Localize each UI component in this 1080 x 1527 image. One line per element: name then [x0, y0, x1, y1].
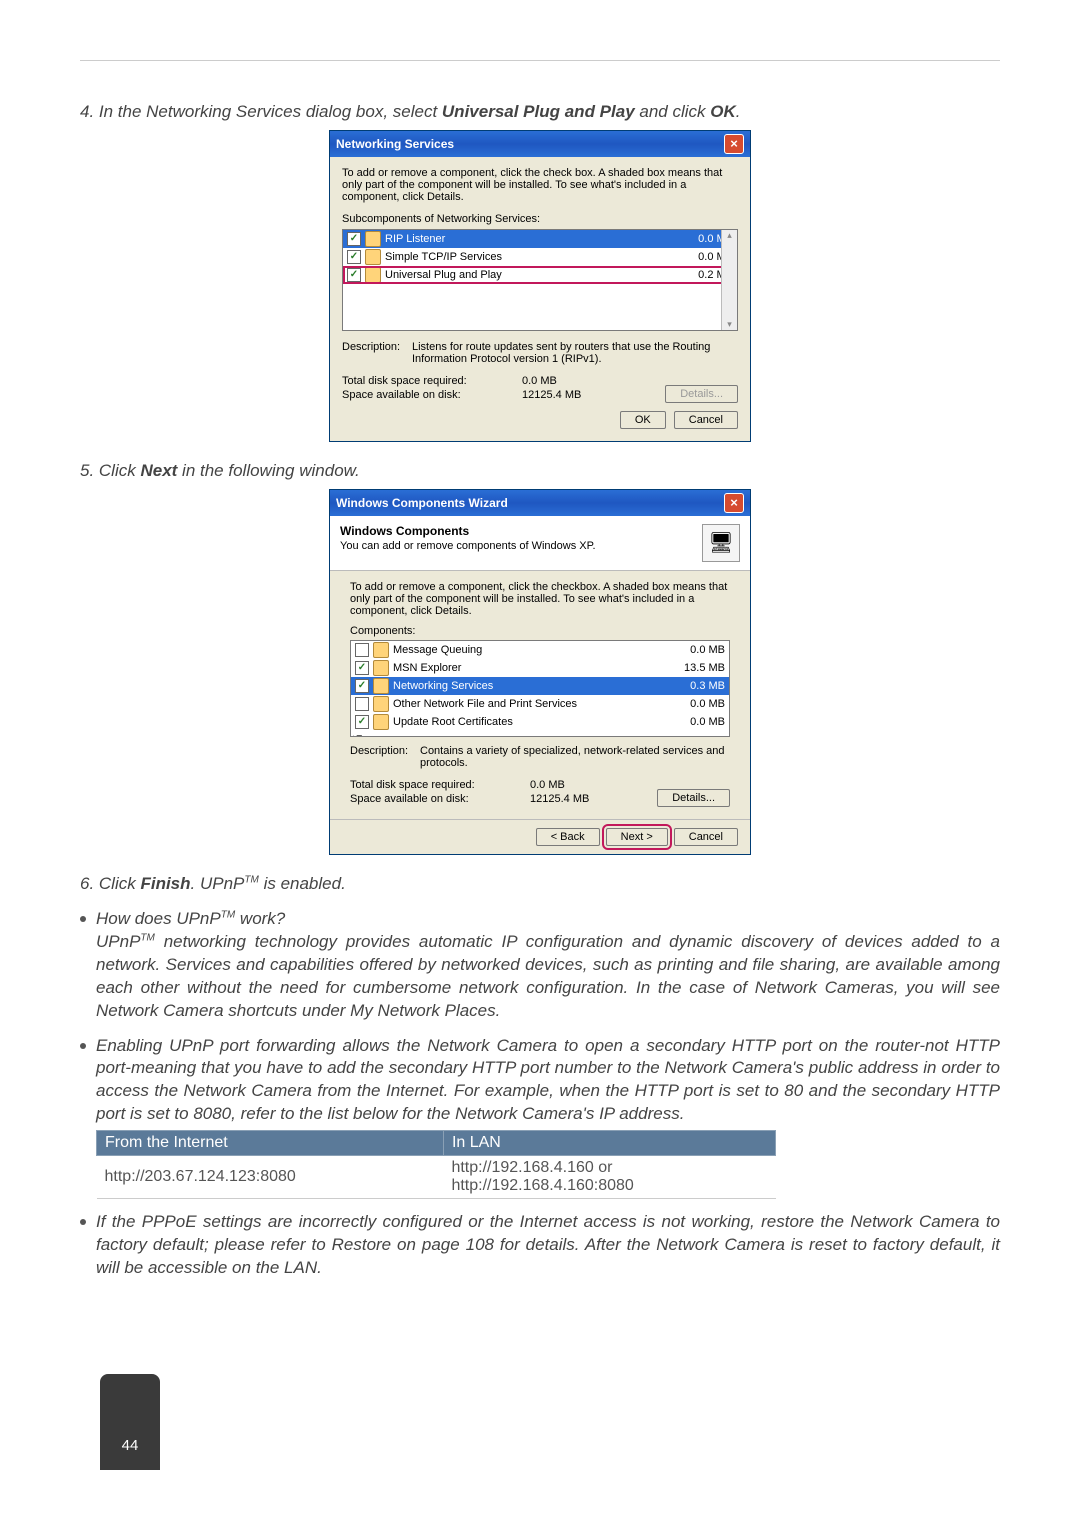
- ip-table: From the Internet In LAN http://203.67.1…: [96, 1130, 776, 1199]
- checkbox-icon[interactable]: [347, 250, 361, 264]
- list-item[interactable]: Other Network File and Print Services0.0…: [351, 695, 729, 713]
- cancel-button[interactable]: Cancel: [674, 411, 738, 429]
- list-item-upnp[interactable]: Universal Plug and Play 0.2 MB: [343, 266, 737, 284]
- component-icon: [365, 231, 381, 247]
- bullet-icon: [80, 1043, 86, 1049]
- list-item[interactable]: MSN Explorer13.5 MB: [351, 659, 729, 677]
- step4-text: 4. In the Networking Services dialog box…: [80, 101, 1000, 124]
- dialog2-list-label: Components:: [350, 625, 730, 637]
- component-icon: [373, 678, 389, 694]
- scrollbar[interactable]: ▴▾: [351, 731, 729, 737]
- table-header-internet: From the Internet: [97, 1131, 444, 1156]
- checkbox-icon[interactable]: [355, 643, 369, 657]
- checkbox-icon[interactable]: [355, 661, 369, 675]
- details-button: Details...: [665, 385, 738, 403]
- table-header-lan: In LAN: [443, 1131, 775, 1156]
- bullet-icon: [80, 1219, 86, 1225]
- list-item[interactable]: RIP Listener 0.0 MB: [343, 230, 737, 248]
- ok-button[interactable]: OK: [620, 411, 666, 429]
- close-icon[interactable]: ×: [724, 134, 744, 154]
- dialog2-title: Windows Components Wizard: [336, 496, 508, 510]
- dialog2-titlebar: Windows Components Wizard ×: [330, 490, 750, 516]
- checkbox-icon[interactable]: [355, 697, 369, 711]
- dialog1-titlebar: Networking Services ×: [330, 131, 750, 157]
- dialog1-title: Networking Services: [336, 137, 454, 151]
- cancel-button[interactable]: Cancel: [674, 828, 738, 846]
- bullet-icon: [80, 916, 86, 922]
- component-icon: [373, 696, 389, 712]
- bullet3-body: If the PPPoE settings are incorrectly co…: [96, 1211, 1000, 1280]
- wizard-icon: 🖥: [702, 524, 740, 562]
- step5-text: 5. Click Next in the following window.: [80, 460, 1000, 483]
- next-button[interactable]: Next >: [606, 828, 668, 846]
- component-icon: [373, 642, 389, 658]
- step6-text: 6. Click Finish. UPnPTM is enabled.: [80, 873, 1000, 896]
- scrollbar[interactable]: ▴▾: [721, 230, 737, 330]
- chevron-up-icon[interactable]: ▴: [727, 230, 732, 241]
- dialog1-list-label: Subcomponents of Networking Services:: [342, 213, 738, 225]
- dialog2-description: Description: Contains a variety of speci…: [350, 745, 730, 769]
- component-icon: [365, 249, 381, 265]
- component-icon: [373, 714, 389, 730]
- list-item[interactable]: Update Root Certificates0.0 MB: [351, 713, 729, 731]
- wizard-sub: You can add or remove components of Wind…: [340, 540, 596, 552]
- components-wizard-dialog: Windows Components Wizard × Windows Comp…: [329, 489, 751, 855]
- dialog1-instruction: To add or remove a component, click the …: [342, 167, 738, 203]
- list-item[interactable]: Simple TCP/IP Services 0.0 MB: [343, 248, 737, 266]
- back-button[interactable]: < Back: [536, 828, 600, 846]
- dialog2-instruction: To add or remove a component, click the …: [350, 581, 730, 617]
- table-row: http://203.67.124.123:8080 http://192.16…: [97, 1156, 776, 1199]
- bullet1-body: UPnPTM networking technology provides au…: [96, 931, 1000, 1023]
- component-icon: [373, 660, 389, 676]
- list-item[interactable]: Message Queuing0.0 MB: [351, 641, 729, 659]
- checkbox-icon[interactable]: [347, 268, 361, 282]
- checkbox-icon[interactable]: [355, 679, 369, 693]
- close-icon[interactable]: ×: [724, 493, 744, 513]
- bullet2-body: Enabling UPnP port forwarding allows the…: [96, 1035, 1000, 1127]
- networking-services-dialog: Networking Services × To add or remove a…: [329, 130, 751, 442]
- dialog1-list: RIP Listener 0.0 MB Simple TCP/IP Servic…: [342, 229, 738, 331]
- chevron-down-icon[interactable]: ▾: [357, 732, 363, 737]
- list-item-networking[interactable]: Networking Services0.3 MB: [351, 677, 729, 695]
- dialog1-description: Description: Listens for route updates s…: [342, 341, 738, 365]
- checkbox-icon[interactable]: [347, 232, 361, 246]
- wizard-heading: Windows Components: [340, 524, 596, 538]
- checkbox-icon[interactable]: [355, 715, 369, 729]
- component-icon: [365, 267, 381, 283]
- details-button[interactable]: Details...: [657, 789, 730, 807]
- bullet1-question: How does UPnPTM work?: [96, 908, 1000, 931]
- chevron-down-icon[interactable]: ▾: [727, 319, 732, 330]
- dialog2-list: Message Queuing0.0 MB MSN Explorer13.5 M…: [350, 640, 730, 737]
- page-number: 44: [100, 1374, 160, 1470]
